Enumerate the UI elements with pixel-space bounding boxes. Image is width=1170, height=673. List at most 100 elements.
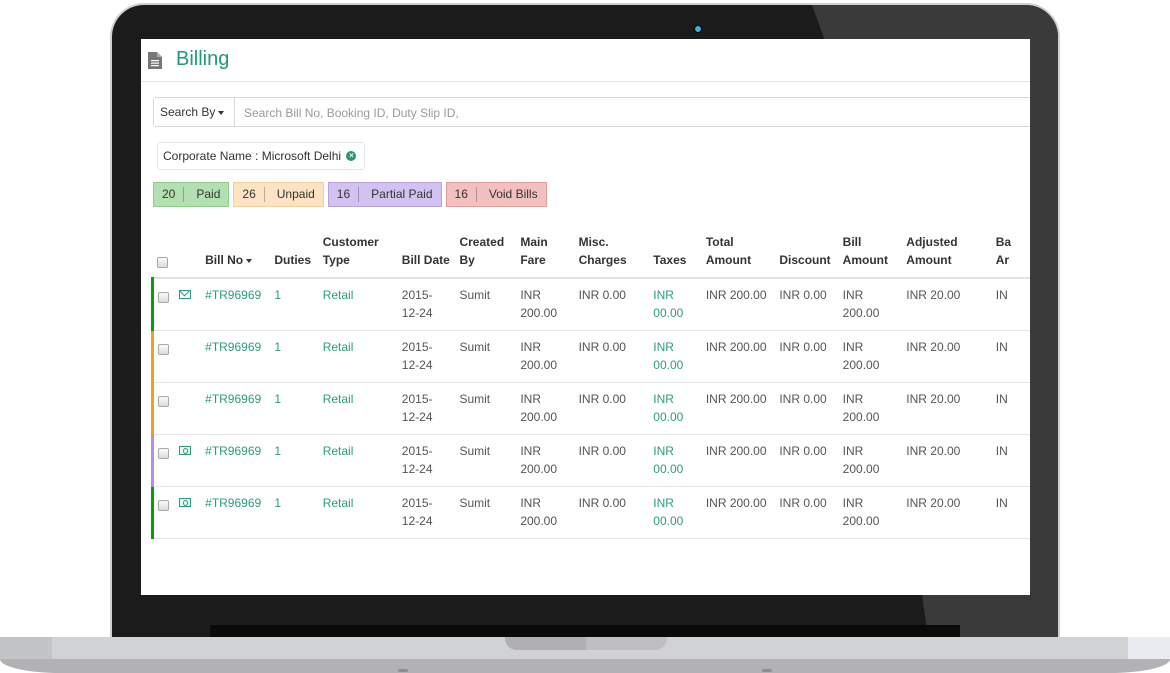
select-all-cell — [152, 229, 176, 279]
table-row[interactable]: #TR96969 1 Retail 2015- 12-24 Sumit INR 200.00… — [151, 330, 1030, 383]
duties-link-text[interactable]: 1 — [274, 340, 281, 354]
bill-no-link[interactable]: #TR96969 — [201, 278, 271, 331]
taxes-link-text[interactable]: INR 00.00 — [653, 338, 700, 374]
customer-type: Retail — [318, 382, 398, 435]
table-row[interactable]: #TR96969 1 Retail 2015- 12-24 Sumit INR 200.00… — [151, 486, 1030, 539]
misc-charges: INR 0.00 — [574, 382, 650, 435]
taxes-link[interactable]: INR 00.00 — [649, 382, 702, 435]
main-fare: INR 200.00 — [516, 434, 575, 487]
misc-charges-text: INR 0.00 — [578, 288, 626, 302]
money-icon[interactable] — [179, 498, 192, 507]
customer-type-text: Retail — [322, 392, 354, 406]
bill-no-link[interactable]: #TR96969 — [201, 330, 271, 383]
bill-date: 2015- 12-24 — [397, 486, 456, 539]
total-amount: INR 200.00 — [701, 486, 776, 539]
table-row[interactable]: #TR96969 1 Retail 2015- 12-24 Sumit INR 200.00… — [151, 382, 1030, 435]
bill-no-link-text[interactable]: #TR96969 — [205, 392, 261, 406]
discount-text: INR 0.00 — [779, 288, 827, 302]
discount: INR 0.00 — [775, 278, 839, 331]
status-paid[interactable]: 20 Paid — [153, 182, 230, 207]
checkbox-cell — [151, 434, 176, 487]
misc-charges: INR 0.00 — [574, 278, 650, 331]
bill-no-link-text[interactable]: #TR96969 — [205, 288, 261, 302]
money-icon[interactable] — [179, 446, 192, 455]
row-checkbox[interactable] — [158, 343, 169, 355]
row-checkbox[interactable] — [158, 395, 169, 407]
total-amount: INR 200.00 — [701, 382, 776, 435]
bill-date: 2015- 12-24 — [397, 382, 456, 435]
bill-no-link[interactable]: #TR96969 — [201, 486, 271, 539]
bill-no-link[interactable]: #TR96969 — [201, 382, 271, 435]
taxes-link[interactable]: INR 00.00 — [649, 278, 702, 331]
taxes-link[interactable]: INR 00.00 — [649, 486, 702, 539]
checkbox-cell — [151, 278, 176, 331]
duties-link[interactable]: 1 — [270, 486, 319, 539]
duties-link-text[interactable]: 1 — [274, 392, 281, 406]
filter-chip-label: Corporate Name : Microsoft Delhi — [163, 149, 342, 163]
discount-text: INR 0.00 — [779, 340, 827, 354]
created-by-text: Sumit — [459, 340, 491, 354]
main-fare: INR 200.00 — [516, 486, 575, 539]
duties-link[interactable]: 1 — [270, 278, 319, 331]
taxes-link-text[interactable]: INR 00.00 — [653, 494, 700, 530]
icon-cell — [175, 278, 202, 331]
select-all-checkbox[interactable] — [156, 256, 168, 268]
duties-link[interactable]: 1 — [270, 382, 319, 435]
row-checkbox[interactable] — [158, 291, 169, 303]
mail-icon[interactable] — [179, 290, 192, 299]
search-by-label: Search By — [160, 105, 216, 119]
caret-down-icon — [218, 110, 225, 115]
balance-amount-text: IN — [995, 444, 1008, 458]
customer-type: Retail — [318, 330, 398, 383]
column-header-main-fare: Main Fare — [516, 229, 575, 279]
column-header-customer-type: Customer Type — [318, 229, 398, 279]
total-amount-text: INR 200.00 — [705, 496, 767, 510]
taxes-link[interactable]: INR 00.00 — [649, 434, 702, 487]
bill-no-link-text[interactable]: #TR96969 — [205, 444, 261, 458]
bill-no-link-text[interactable]: #TR96969 — [205, 340, 261, 354]
column-header-total-amount: Total Amount — [701, 229, 776, 279]
status-void-bills[interactable]: 16 Void Bills — [445, 182, 547, 207]
bill-date-text: 2015- 12-24 — [401, 288, 433, 320]
app-screen: Billing Search By Corporate Name : Micro… — [141, 39, 1030, 595]
taxes-link[interactable]: INR 00.00 — [649, 330, 702, 383]
duties-link[interactable]: 1 — [270, 330, 319, 383]
column-header-duties: Duties — [270, 229, 319, 279]
status-unpaid[interactable]: 26 Unpaid — [233, 182, 324, 207]
table-row[interactable]: #TR96969 1 Retail 2015- 12-24 Sumit INR 200.00… — [151, 434, 1030, 487]
column-header-bill-no[interactable]: Bill No — [201, 229, 271, 279]
search-by-dropdown[interactable]: Search By — [154, 98, 235, 126]
main-fare: INR 200.00 — [516, 382, 575, 435]
misc-charges-text: INR 0.00 — [578, 496, 626, 510]
discount: INR 0.00 — [775, 330, 839, 383]
bill-no-link-text[interactable]: #TR96969 — [205, 496, 261, 510]
taxes-link-text[interactable]: INR 00.00 — [653, 286, 700, 322]
duties-link-text[interactable]: 1 — [274, 496, 281, 510]
taxes-link-text[interactable]: INR 00.00 — [653, 442, 700, 478]
balance-amount-text: IN — [995, 392, 1008, 406]
misc-charges: INR 0.00 — [574, 434, 650, 487]
adjusted-amount: INR 20.00 — [902, 486, 992, 539]
created-by: Sumit — [455, 434, 517, 487]
created-by: Sumit — [455, 278, 517, 331]
status-partial-paid[interactable]: 16 Partial Paid — [327, 182, 442, 207]
discount: INR 0.00 — [775, 434, 839, 487]
duties-link-text[interactable]: 1 — [274, 288, 281, 302]
close-circle-icon[interactable]: × — [346, 151, 357, 161]
balance-amount-text: IN — [995, 496, 1008, 510]
table-row[interactable]: #TR96969 1 Retail 2015- 12-24 Sumit INR 200.00… — [151, 278, 1030, 331]
total-amount-text: INR 200.00 — [705, 288, 767, 302]
column-header-bill-amount: Bill Amount — [838, 229, 903, 279]
taxes-link-text[interactable]: INR 00.00 — [653, 390, 700, 426]
column-header-bill-date: Bill Date — [397, 229, 456, 279]
status-summary: 20 Paid 26 Unpaid 16 Partial Paid 16 Voi… — [153, 182, 547, 207]
row-checkbox[interactable] — [158, 447, 169, 459]
bill-no-link[interactable]: #TR96969 — [201, 434, 271, 487]
webcam-icon — [694, 25, 702, 33]
search-input[interactable] — [236, 98, 1030, 128]
duties-link-text[interactable]: 1 — [274, 444, 281, 458]
bill-amount-text: INR 200.00 — [842, 288, 880, 320]
duties-link[interactable]: 1 — [270, 434, 319, 487]
bill-date-text: 2015- 12-24 — [401, 496, 433, 528]
row-checkbox[interactable] — [158, 499, 169, 511]
